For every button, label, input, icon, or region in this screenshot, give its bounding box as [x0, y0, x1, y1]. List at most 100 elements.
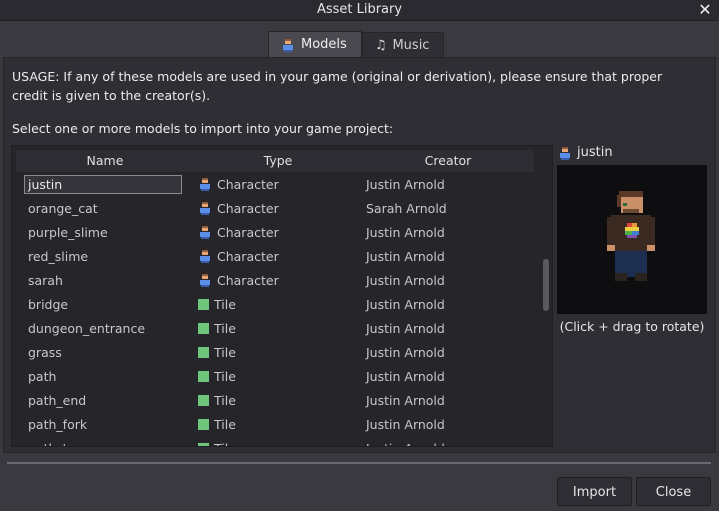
row-type: Tile: [194, 393, 362, 408]
row-name-text: purple_slime: [28, 224, 108, 240]
scrollbar-thumb[interactable]: [543, 259, 549, 311]
row-creator: Justin Arnold: [366, 296, 445, 312]
row-type: Tile: [194, 441, 362, 447]
character-icon: [200, 202, 210, 215]
row-type: Tile: [194, 297, 362, 312]
row-type-text: Tile: [214, 392, 236, 408]
tile-icon: [198, 346, 209, 358]
window-title: Asset Library: [316, 2, 403, 17]
character-icon: [560, 146, 570, 160]
character-icon: [283, 38, 293, 52]
tab-models-label: Models: [301, 37, 347, 52]
table-row[interactable]: dungeon_entrance Tile Justin Arnold: [16, 316, 534, 340]
close-button[interactable]: Close: [636, 477, 711, 506]
row-type: Character: [194, 177, 362, 192]
tab-models[interactable]: Models: [268, 31, 362, 57]
table-row[interactable]: sarah Character Justin Arnold: [16, 268, 534, 292]
music-note-icon: ♫: [374, 37, 387, 53]
row-name-text[interactable]: justin: [24, 174, 182, 194]
column-header-creator[interactable]: Creator: [362, 150, 534, 172]
table-row[interactable]: bridge Tile Justin Arnold: [16, 292, 534, 316]
row-type-text: Character: [217, 248, 279, 264]
row-name-text: dungeon_entrance: [28, 320, 146, 336]
table-body: justin Character Justin Arnold orange_cat Ch…: [16, 172, 534, 446]
tab-music-label: Music: [392, 37, 430, 53]
table-row[interactable]: grass Tile Justin Arnold: [16, 340, 534, 364]
column-header-type[interactable]: Type: [194, 150, 362, 172]
column-header-name[interactable]: Name: [16, 150, 194, 172]
row-name: path_fork: [16, 417, 194, 432]
row-type: Character: [194, 273, 362, 288]
character-model-sprite: [607, 191, 655, 281]
table-header: Name Type Creator: [16, 150, 534, 172]
table-row[interactable]: path Tile Justin Arnold: [16, 364, 534, 388]
row-type: Tile: [194, 417, 362, 432]
table-row[interactable]: orange_cat Character Sarah Arnold: [16, 196, 534, 220]
row-type-text: Character: [217, 176, 279, 192]
model-preview-viewport[interactable]: [557, 165, 707, 314]
row-creator: Justin Arnold: [366, 176, 445, 192]
character-icon: [200, 250, 210, 263]
row-name-text: sarah: [28, 272, 63, 288]
table-row[interactable]: red_slime Character Justin Arnold: [16, 244, 534, 268]
table-row[interactable]: path_end Tile Justin Arnold: [16, 388, 534, 412]
row-type-text: Tile: [214, 296, 236, 312]
row-name: path_end: [16, 393, 194, 408]
row-creator: Justin Arnold: [362, 441, 534, 447]
row-creator: Justin Arnold: [366, 392, 445, 408]
table-row[interactable]: justin Character Justin Arnold: [16, 172, 534, 196]
row-name: red_slime: [16, 249, 194, 264]
row-type: Tile: [194, 321, 362, 336]
row-name-text: orange_cat: [28, 200, 98, 216]
table-row[interactable]: path_fork Tile Justin Arnold: [16, 412, 534, 436]
row-type: Character: [194, 201, 362, 216]
row-type-text: Character: [217, 272, 279, 288]
preview-caption: (Click + drag to rotate): [559, 319, 705, 334]
row-type-text: Character: [217, 200, 279, 216]
close-icon[interactable]: ✕: [697, 0, 713, 20]
usage-notice: USAGE: If any of these models are used i…: [12, 69, 663, 103]
import-button[interactable]: Import: [557, 477, 632, 506]
character-icon: [200, 226, 210, 239]
row-creator: Justin Arnold: [366, 368, 445, 384]
row-name-text: grass: [28, 344, 62, 360]
row-creator: Justin Arnold: [366, 344, 445, 360]
tile-icon: [198, 442, 209, 446]
table-row[interactable]: purple_slime Character Justin Arnold: [16, 220, 534, 244]
row-creator: Justin Arnold: [366, 416, 445, 432]
row-type-text: Tile: [214, 344, 236, 360]
row-type: Character: [194, 249, 362, 264]
row-creator: Justin Arnold: [366, 320, 445, 336]
row-type-text: Tile: [214, 320, 236, 336]
footer-separator: [7, 462, 711, 464]
row-name: sarah: [16, 273, 194, 288]
tile-icon: [198, 394, 209, 406]
tile-icon: [198, 418, 209, 430]
row-type-text: Tile: [214, 441, 236, 447]
row-name: bridge: [16, 297, 194, 312]
character-icon: [200, 178, 210, 191]
tile-icon: [198, 322, 209, 334]
tile-icon: [198, 370, 209, 382]
row-type: Tile: [194, 345, 362, 360]
row-creator: Justin Arnold: [366, 224, 445, 240]
tile-icon: [198, 298, 209, 310]
row-name: path: [16, 369, 194, 384]
tab-music[interactable]: ♫ Music: [361, 32, 445, 57]
table-row[interactable]: path_turn Tile Justin Arnold: [16, 436, 534, 446]
preview-title: justin: [577, 145, 613, 160]
row-type-text: Tile: [214, 416, 236, 432]
row-creator: Justin Arnold: [366, 248, 445, 264]
models-table: Name Type Creator justin Character Justin …: [11, 145, 553, 447]
select-instructions: Select one or more models to import into…: [12, 121, 394, 136]
row-name-text: bridge: [28, 296, 69, 312]
row-name-text: path_end: [28, 392, 87, 408]
row-name-text: red_slime: [28, 248, 89, 264]
row-type: Tile: [194, 369, 362, 384]
row-name-text: path: [28, 368, 57, 384]
window-titlebar: Asset Library ✕: [0, 0, 719, 21]
row-type: Character: [194, 225, 362, 240]
row-name: path_turn: [16, 441, 194, 447]
row-name-text: path_fork: [28, 416, 88, 432]
table-scrollbar[interactable]: [543, 152, 549, 441]
